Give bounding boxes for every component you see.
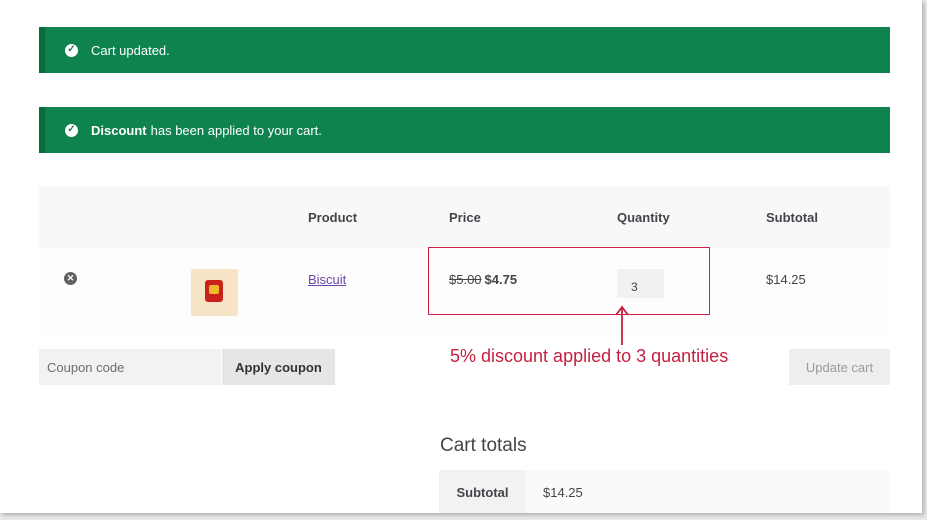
- check-circle-icon: ✓: [65, 123, 78, 137]
- notice-text: has been applied to your cart.: [150, 122, 322, 138]
- cart-updated-notice: ✓ Cart updated.: [39, 27, 890, 73]
- cart-totals-title: Cart totals: [440, 435, 527, 456]
- totals-subtotal-label: Subtotal: [439, 470, 526, 513]
- header-price: Price: [449, 210, 481, 225]
- discount-notice: ✓ Discount has been applied to your cart…: [39, 107, 890, 153]
- check-circle-icon: ✓: [65, 43, 78, 57]
- totals-subtotal-row: Subtotal $14.25: [439, 470, 890, 513]
- notice-bold-text: Discount: [91, 122, 147, 138]
- header-subtotal: Subtotal: [766, 210, 818, 225]
- cart-page: ✓ Cart updated. ✓ Discount has been appl…: [0, 0, 922, 513]
- totals-subtotal-value: $14.25: [543, 485, 583, 500]
- product-thumbnail[interactable]: [191, 269, 238, 316]
- product-link[interactable]: Biscuit: [308, 272, 346, 287]
- cart-table-header: Product Price Quantity Subtotal: [39, 186, 890, 248]
- notice-text: Cart updated.: [91, 42, 170, 58]
- biscuit-pack-image: [205, 280, 223, 302]
- coupon-code-input[interactable]: [39, 349, 221, 385]
- annotation-highlight-box: [428, 247, 710, 315]
- remove-item-icon[interactable]: ✕: [64, 272, 77, 285]
- update-cart-button[interactable]: Update cart: [789, 349, 890, 385]
- annotation-arrow-icon: [615, 305, 629, 345]
- item-subtotal: $14.25: [766, 272, 806, 287]
- header-product: Product: [308, 210, 358, 225]
- header-quantity: Quantity: [617, 210, 670, 225]
- apply-coupon-button[interactable]: Apply coupon: [222, 349, 335, 385]
- annotation-text: 5% discount applied to 3 quantities: [450, 346, 729, 366]
